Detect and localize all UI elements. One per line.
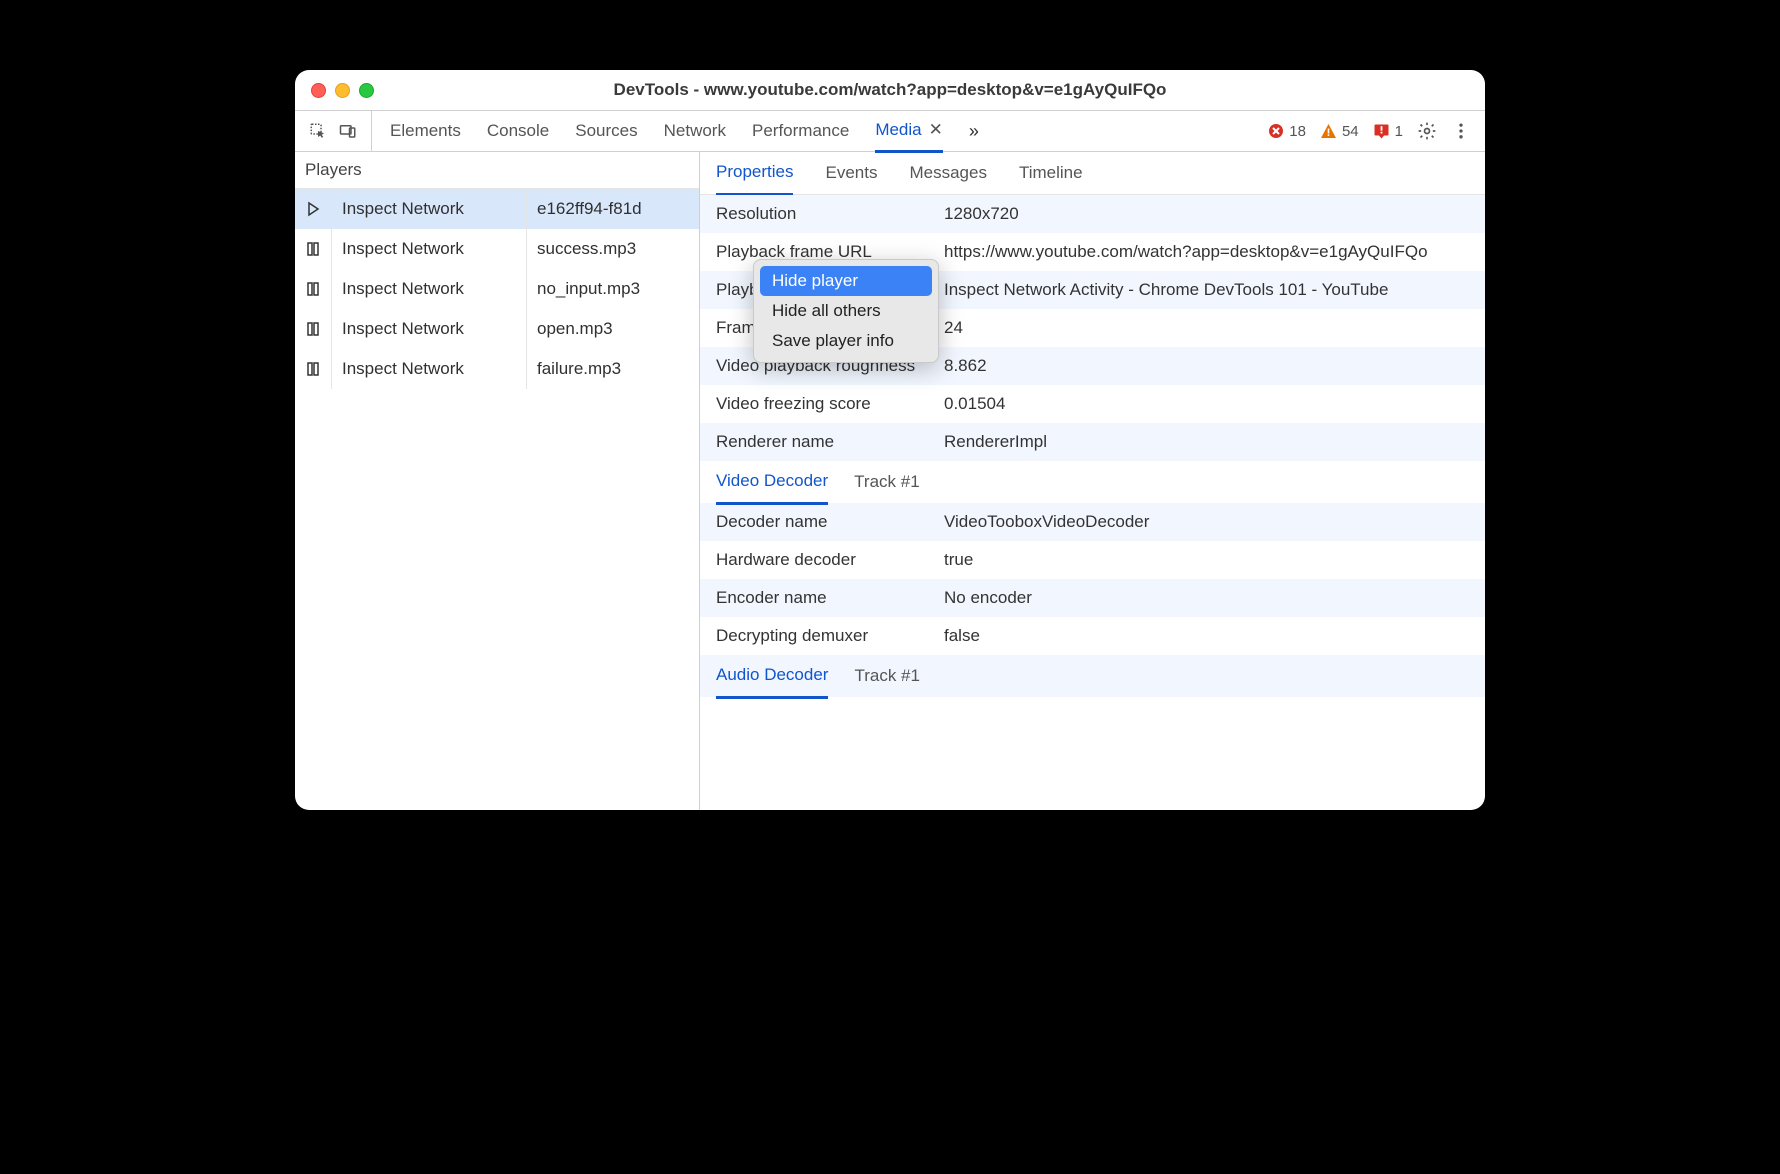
player-id: e162ff94-f81d: [527, 189, 699, 229]
warning-icon: [1320, 123, 1337, 140]
player-name: Inspect Network: [331, 309, 527, 349]
property-row: Renderer nameRendererImpl: [700, 423, 1485, 461]
pause-icon: [305, 321, 321, 337]
zoom-window-button[interactable]: [359, 83, 374, 98]
window-titlebar: DevTools - www.youtube.com/watch?app=des…: [295, 70, 1485, 111]
section-track[interactable]: Track #1: [854, 666, 920, 686]
property-value: 24: [944, 318, 1469, 338]
settings-icon[interactable]: [1417, 121, 1437, 141]
subtab-events[interactable]: Events: [825, 163, 877, 183]
players-list: Inspect Network e162ff94-f81d Inspect Ne…: [295, 189, 699, 810]
issue-count: 1: [1395, 123, 1403, 140]
pause-icon: [305, 361, 321, 377]
property-key: Hardware decoder: [716, 550, 944, 570]
property-value: 1280x720: [944, 204, 1469, 224]
property-row: Decrypting demuxerfalse: [700, 617, 1485, 655]
property-row: Encoder nameNo encoder: [700, 579, 1485, 617]
section-track[interactable]: Track #1: [854, 472, 920, 492]
error-icon: [1268, 123, 1284, 139]
traffic-lights: [295, 83, 374, 98]
player-row[interactable]: Inspect Network no_input.mp3: [295, 269, 699, 309]
player-name: Inspect Network: [331, 349, 527, 389]
players-header: Players: [295, 152, 699, 189]
player-name: Inspect Network: [331, 189, 527, 229]
minimize-window-button[interactable]: [335, 83, 350, 98]
property-row: Hardware decodertrue: [700, 541, 1485, 579]
property-key: Encoder name: [716, 588, 944, 608]
property-value: https://www.youtube.com/watch?app=deskto…: [944, 242, 1469, 262]
property-value: Inspect Network Activity - Chrome DevToo…: [944, 280, 1469, 300]
property-value: true: [944, 550, 1469, 570]
kebab-menu-icon[interactable]: [1451, 121, 1471, 141]
property-key: Resolution: [716, 204, 944, 224]
player-row[interactable]: Inspect Network success.mp3: [295, 229, 699, 269]
player-name: Inspect Network: [331, 229, 527, 269]
device-toolbar-icon[interactable]: [339, 122, 357, 140]
tab-performance[interactable]: Performance: [752, 121, 849, 141]
player-row[interactable]: Inspect Network e162ff94-f81d: [295, 189, 699, 229]
menu-item-hide-player[interactable]: Hide player: [760, 266, 932, 296]
player-context-menu: Hide player Hide all others Save player …: [753, 259, 939, 363]
error-count: 18: [1289, 123, 1306, 140]
pause-icon: [305, 241, 321, 257]
player-id: open.mp3: [527, 309, 699, 349]
tab-elements[interactable]: Elements: [390, 121, 461, 141]
warning-count: 54: [1342, 123, 1359, 140]
menu-item-save-player-info[interactable]: Save player info: [760, 326, 932, 356]
property-key: Decrypting demuxer: [716, 626, 944, 646]
issue-icon: [1373, 123, 1390, 140]
error-counter[interactable]: 18: [1268, 123, 1306, 140]
window-title: DevTools - www.youtube.com/watch?app=des…: [295, 80, 1485, 100]
subtab-timeline[interactable]: Timeline: [1019, 163, 1083, 183]
player-id: success.mp3: [527, 229, 699, 269]
player-row[interactable]: Inspect Network failure.mp3: [295, 349, 699, 389]
property-value: 0.01504: [944, 394, 1469, 414]
inspect-element-icon[interactable]: [309, 122, 327, 140]
video-decoder-section: Video Decoder Track #1: [700, 461, 1485, 503]
property-value: false: [944, 626, 1469, 646]
close-icon[interactable]: ✕: [929, 120, 943, 140]
menu-item-hide-all-others[interactable]: Hide all others: [760, 296, 932, 326]
issue-counter[interactable]: 1: [1373, 123, 1403, 140]
section-title[interactable]: Audio Decoder: [716, 654, 828, 699]
subtab-properties[interactable]: Properties: [716, 152, 793, 196]
property-value: VideoTooboxVideoDecoder: [944, 512, 1469, 532]
player-id: no_input.mp3: [527, 269, 699, 309]
subtab-messages[interactable]: Messages: [909, 163, 986, 183]
warning-counter[interactable]: 54: [1320, 123, 1359, 140]
audio-decoder-section: Audio Decoder Track #1: [700, 655, 1485, 697]
pause-icon: [305, 281, 321, 297]
devtools-toolbar: Elements Console Sources Network Perform…: [295, 111, 1485, 152]
tab-network[interactable]: Network: [664, 121, 726, 141]
section-title[interactable]: Video Decoder: [716, 460, 828, 505]
more-tabs-icon[interactable]: »: [969, 121, 979, 142]
player-name: Inspect Network: [331, 269, 527, 309]
property-value: No encoder: [944, 588, 1469, 608]
property-key: Video freezing score: [716, 394, 944, 414]
property-value: RendererImpl: [944, 432, 1469, 452]
media-subtabs: Properties Events Messages Timeline: [700, 152, 1485, 195]
close-window-button[interactable]: [311, 83, 326, 98]
players-sidebar: Players Inspect Network e162ff94-f81d In…: [295, 152, 700, 810]
property-value: 8.862: [944, 356, 1469, 376]
tab-media-label: Media: [875, 120, 921, 140]
property-key: Decoder name: [716, 512, 944, 532]
player-row[interactable]: Inspect Network open.mp3: [295, 309, 699, 349]
property-row: Video freezing score0.01504: [700, 385, 1485, 423]
player-id: failure.mp3: [527, 349, 699, 389]
property-row: Decoder nameVideoTooboxVideoDecoder: [700, 503, 1485, 541]
property-key: Renderer name: [716, 432, 944, 452]
play-icon: [305, 201, 321, 217]
property-row: Resolution1280x720: [700, 195, 1485, 233]
devtools-window: DevTools - www.youtube.com/watch?app=des…: [295, 70, 1485, 810]
media-detail-panel: Properties Events Messages Timeline Reso…: [700, 152, 1485, 810]
tab-sources[interactable]: Sources: [575, 121, 637, 141]
tab-media[interactable]: Media ✕: [875, 110, 943, 153]
tab-console[interactable]: Console: [487, 121, 549, 141]
